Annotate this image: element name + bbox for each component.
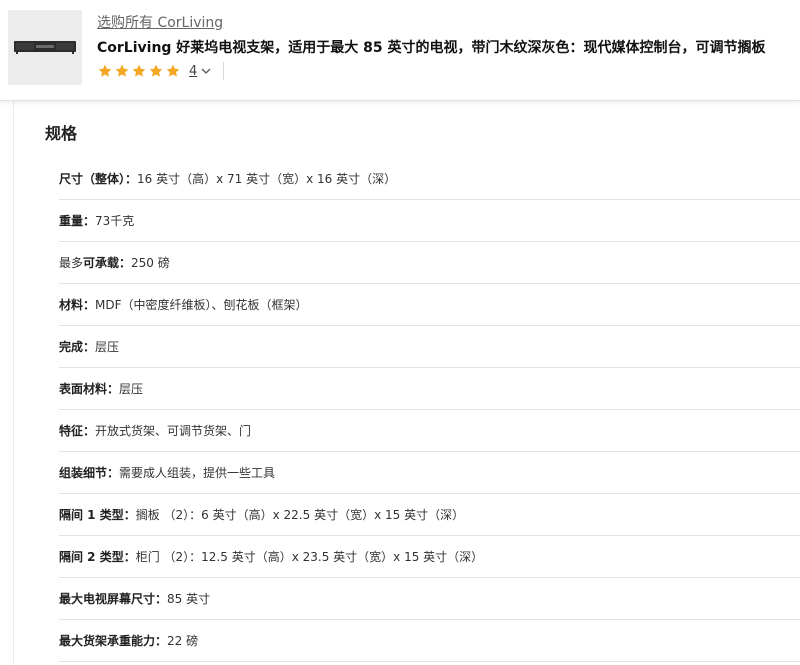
chevron-down-icon[interactable]: [201, 66, 211, 76]
spec-value: 层压: [119, 382, 144, 396]
spec-key: 尺寸（整体）：: [59, 172, 138, 186]
spec-key: 隔间 1 类型：: [59, 508, 136, 522]
spec-value: 需要成人组装，提供一些工具: [119, 466, 276, 480]
star-icon: [98, 64, 112, 77]
spec-row: 组装细节： 需要成人组装，提供一些工具: [59, 452, 800, 494]
spec-value: MDF（中密度纤维板）、刨花板（框架）: [95, 298, 308, 312]
spec-value: 250 磅: [131, 256, 170, 270]
spec-row: 最大电视屏幕尺寸： 85 英寸: [59, 578, 800, 620]
spec-key: 组装细节：: [59, 466, 120, 480]
spec-row: 表面材料： 层压: [59, 368, 800, 410]
spec-key: 隔间 2 类型：: [59, 550, 136, 564]
spec-list: 尺寸（整体）： 16 英寸（高）x 71 英寸（宽）x 16 英寸（深） 重量： 73…: [59, 158, 800, 662]
spec-row: 最多 可承载： 250 磅: [59, 242, 800, 284]
spec-value: 搁板 （2）：6 英寸（高）x 22.5 英寸（宽）x 15 英寸（深）: [135, 508, 465, 522]
spec-value: 开放式货架、可调节货架、门: [95, 424, 252, 438]
product-thumbnail[interactable]: [8, 10, 82, 85]
spec-row: 材料： MDF（中密度纤维板）、刨花板（框架）: [59, 284, 800, 326]
spec-key: 最大货架承重能力：: [59, 634, 168, 648]
spec-key: 可承载：: [83, 256, 132, 270]
spec-key: 特征：: [59, 424, 96, 438]
spec-value: 柜门 （2）：12.5 英寸（高）x 23.5 英寸（宽）x 15 英寸（深）: [135, 550, 484, 564]
spec-value: 73千克: [95, 214, 135, 228]
product-title: CorLiving 好莱坞电视支架，适用于最大 85 英寸的电视，带门木纹深灰色…: [97, 40, 766, 56]
tv-stand-image: [14, 41, 76, 52]
star-icon: [166, 64, 180, 77]
spec-key: 材料：: [59, 298, 96, 312]
spec-prefix: 最多: [59, 256, 84, 270]
divider: [13, 100, 14, 665]
divider: [223, 62, 225, 80]
spec-key: 表面材料：: [59, 382, 120, 396]
specifications-section: 规格 尺寸（整体）： 16 英寸（高）x 71 英寸（宽）x 16 英寸（深） 重量…: [0, 100, 800, 665]
spec-key: 重量：: [59, 214, 96, 228]
spec-value: 85 英寸: [167, 592, 211, 606]
spec-row: 最大货架承重能力： 22 磅: [59, 620, 800, 662]
star-icon: [115, 64, 129, 77]
section-heading: 规格: [45, 124, 78, 143]
rating-count-link[interactable]: 4: [189, 64, 197, 79]
spec-row: 特征： 开放式货架、可调节货架、门: [59, 410, 800, 452]
star-icon: [132, 64, 146, 77]
spec-key: 最大电视屏幕尺寸：: [59, 592, 168, 606]
spec-value: 16 英寸（高）x 71 英寸（宽）x 16 英寸（深）: [137, 172, 397, 186]
spec-value: 22 磅: [167, 634, 199, 648]
rating-summary: 4: [97, 62, 225, 80]
spec-row: 重量： 73千克: [59, 200, 800, 242]
star-icon: [149, 64, 163, 77]
shop-brand-link[interactable]: 选购所有 CorLiving: [97, 12, 223, 32]
spec-row: 隔间 2 类型： 柜门 （2）：12.5 英寸（高）x 23.5 英寸（宽）x 1…: [59, 536, 800, 578]
spec-key: 完成：: [59, 340, 96, 354]
spec-row: 尺寸（整体）： 16 英寸（高）x 71 英寸（宽）x 16 英寸（深）: [59, 158, 800, 200]
spec-row: 隔间 1 类型： 搁板 （2）：6 英寸（高）x 22.5 英寸（宽）x 15 英…: [59, 494, 800, 536]
spec-value: 层压: [95, 340, 120, 354]
sticky-product-header: 选购所有 CorLiving CorLiving 好莱坞电视支架，适用于最大 8…: [0, 0, 800, 101]
rating-stars[interactable]: [97, 63, 181, 79]
spec-row: 完成： 层压: [59, 326, 800, 368]
